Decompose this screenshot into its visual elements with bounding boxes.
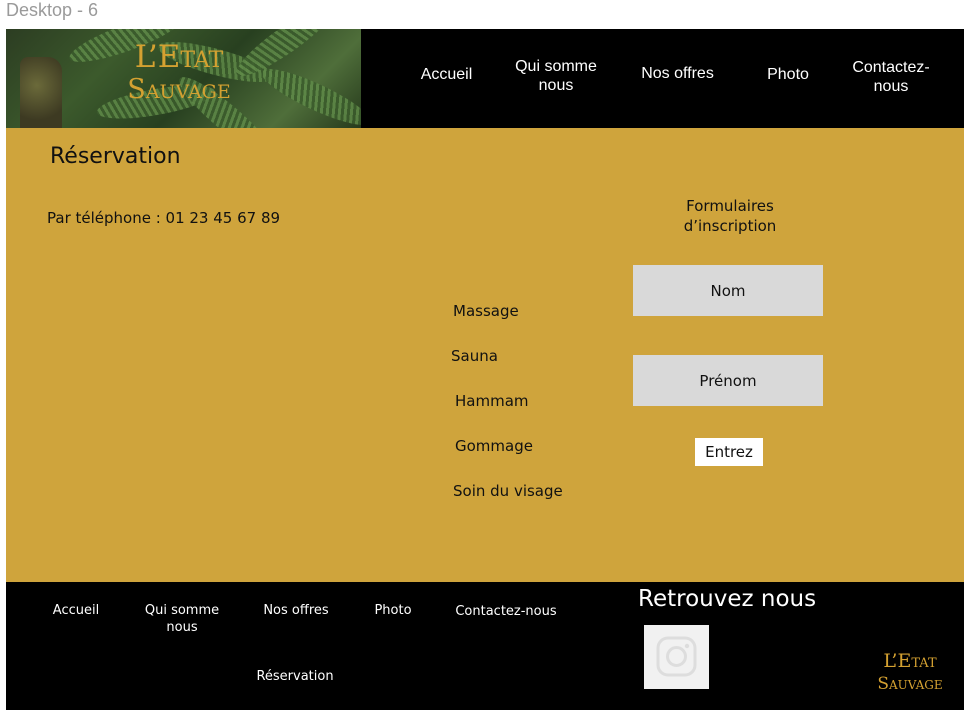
nav-nos-offres[interactable]: Nos offres [630,64,725,83]
brand-line-2: Sauvage [127,74,231,105]
service-gommage[interactable]: Gommage [455,437,533,455]
footer-link-reservation[interactable]: Réservation [252,668,338,685]
footer-brand-line-2: Sauvage [877,674,943,694]
footer-link-nos-offres[interactable]: Nos offres [256,602,336,619]
follow-title: Retrouvez nous [638,586,817,612]
site-header: L’Etat Sauvage Accueil Qui somme nous No… [6,29,964,128]
footer-link-contactez-nous[interactable]: Contactez-nous [452,603,560,620]
nav-photo[interactable]: Photo [758,65,818,84]
footer-brand-line-1: L’Etat [883,650,937,672]
brand-line-1: L’Etat [134,39,224,75]
rock-image [20,57,62,128]
reservation-section: Réservation Par téléphone : 01 23 45 67 … [6,128,964,582]
nav-accueil[interactable]: Accueil [414,65,479,84]
nav-qui-somme-nous[interactable]: Qui somme nous [506,57,606,95]
service-soin-du-visage[interactable]: Soin du visage [453,482,563,500]
prenom-field[interactable]: Prénom [633,355,823,406]
form-title: Formulaires d’inscription [683,197,777,235]
service-hammam[interactable]: Hammam [455,392,529,410]
service-massage[interactable]: Massage [453,302,519,320]
brand-logo[interactable]: L’Etat Sauvage [114,39,244,105]
page-title: Réservation [50,144,181,169]
footer-link-accueil[interactable]: Accueil [46,602,106,619]
prenom-field-label: Prénom [699,372,757,390]
site-footer: Accueil Qui somme nous Nos offres Photo … [6,582,964,710]
submit-button[interactable]: Entrez [695,438,763,466]
footer-brand-logo: L’Etat Sauvage [864,652,956,693]
nom-field[interactable]: Nom [633,265,823,316]
footer-link-photo[interactable]: Photo [368,602,418,619]
service-sauna[interactable]: Sauna [451,347,498,365]
nom-field-label: Nom [710,282,746,300]
phone-info: Par téléphone : 01 23 45 67 89 [47,209,281,227]
instagram-link[interactable] [644,625,709,689]
nav-contactez-nous[interactable]: Contactez-nous [841,58,941,96]
footer-link-qui-somme-nous[interactable]: Qui somme nous [142,602,222,636]
frame-label: Desktop - 6 [6,0,99,20]
instagram-icon [656,636,697,677]
